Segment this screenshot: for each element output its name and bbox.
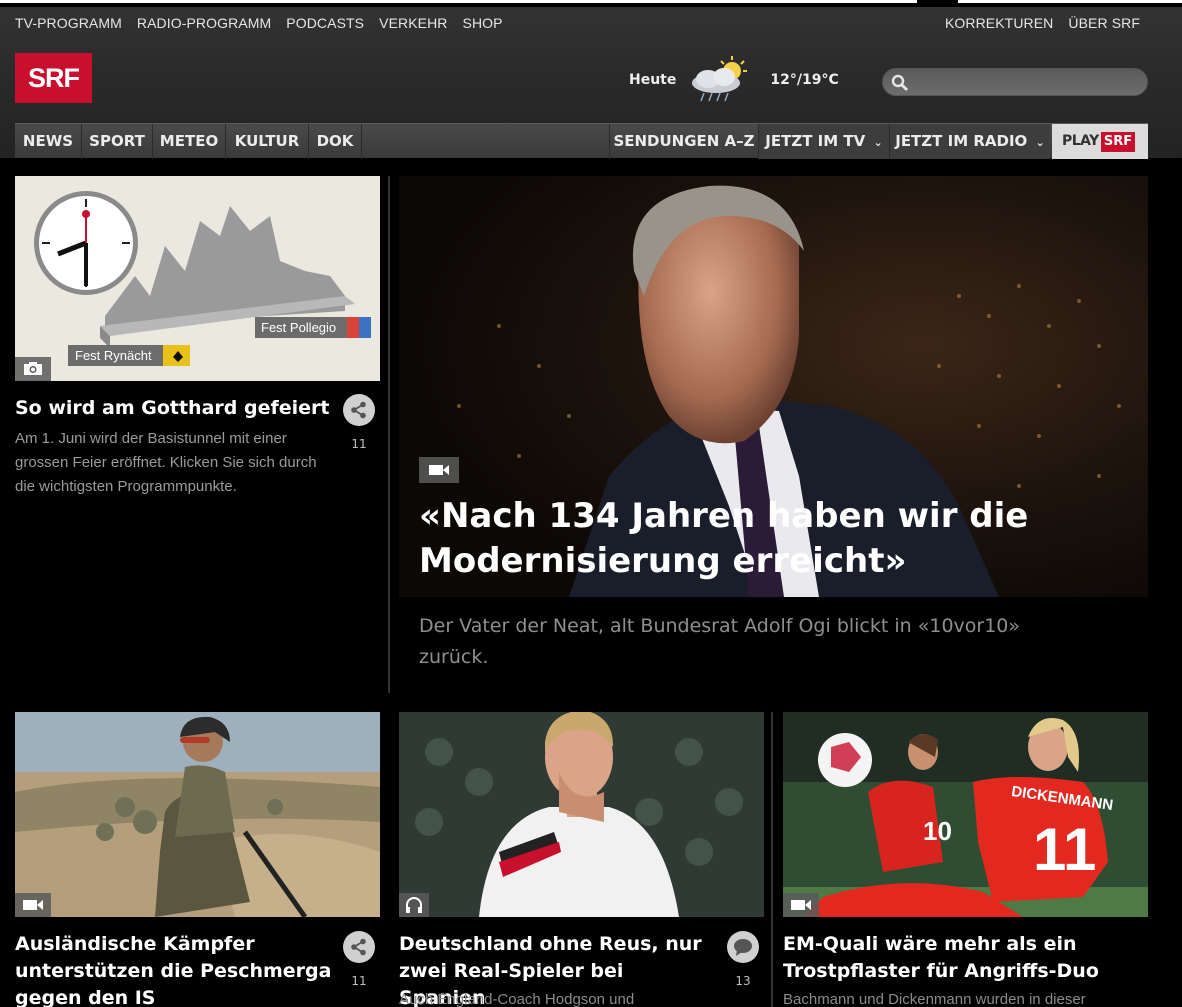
util-radio-programm[interactable]: RADIO-PROGRAMM <box>137 15 271 31</box>
teaser-lead-emquali: Bachmann und Dickenmann wurden in dieser <box>783 991 1086 1007</box>
teaser-headline-peschmerga[interactable]: Ausländische Kämpfer unterstützen die Pe… <box>15 931 335 1007</box>
play-srf-button[interactable]: PLAY SRF <box>1052 124 1148 159</box>
top-strip <box>0 0 1182 7</box>
svg-text:11: 11 <box>1033 816 1096 883</box>
share-count: 11 <box>351 974 367 988</box>
nav-jetzt-im-radio[interactable]: JETZT IM RADIO ⌄ <box>890 124 1050 159</box>
utility-nav: TV-PROGRAMM RADIO-PROGRAMM PODCASTS VERK… <box>0 15 1182 35</box>
nav-jetzt-im-tv-label: JETZT IM TV <box>765 132 866 150</box>
util-korrekturen[interactable]: KORREKTUREN <box>945 15 1053 31</box>
nav-dok[interactable]: DOK <box>309 124 361 159</box>
util-shop[interactable]: SHOP <box>463 15 503 31</box>
util-tv-programm[interactable]: TV-PROGRAMM <box>15 15 122 31</box>
nav-kultur[interactable]: KULTUR <box>226 124 308 159</box>
weather-day: Heute <box>629 72 677 88</box>
nav-jetzt-im-tv[interactable]: JETZT IM TV ⌄ <box>759 124 889 159</box>
weather-widget[interactable]: Heute 12°/19°C <box>629 55 839 105</box>
share-button[interactable] <box>343 394 375 426</box>
video-icon <box>783 893 819 917</box>
main-nav: NEWS SPORT METEO KULTUR DOK SENDUNGEN A–… <box>15 123 1148 159</box>
chevron-down-icon: ⌄ <box>1035 136 1045 149</box>
gotthard-label-rynaecht: Fest Rynächt <box>75 348 152 363</box>
teaser-lead-gotthard: Am 1. Juni wird der Basistunnel mit eine… <box>15 430 317 495</box>
comment-button[interactable] <box>727 931 759 963</box>
util-podcasts[interactable]: PODCASTS <box>286 15 364 31</box>
search-input[interactable] <box>917 72 1137 92</box>
comment-icon <box>734 939 752 956</box>
teaser-lead-reus: Auch England-Coach Hodgson und <box>399 991 635 1007</box>
teaser-image-reus[interactable] <box>399 712 764 917</box>
teaser-image-ogi[interactable]: «Nach 134 Jahren haben wir die Modernisi… <box>399 176 1148 597</box>
column-divider <box>771 712 773 1007</box>
video-icon <box>419 457 459 483</box>
teaser-image-peschmerga[interactable] <box>15 712 380 917</box>
nav-jetzt-im-radio-label: JETZT IM RADIO <box>895 132 1028 150</box>
search-icon[interactable] <box>891 74 909 92</box>
teaser-headline-emquali[interactable]: EM-Quali wäre mehr als ein Trostpflaster… <box>783 931 1133 985</box>
srf-logo[interactable]: SRF <box>15 53 92 103</box>
weather-temp: 12°/19°C <box>770 72 839 88</box>
share-count: 11 <box>351 437 367 451</box>
site-header: TV-PROGRAMM RADIO-PROGRAMM PODCASTS VERK… <box>0 7 1182 159</box>
gotthard-label-pollegio: Fest Pollegio <box>261 320 337 335</box>
nav-meteo[interactable]: METEO <box>153 124 225 159</box>
teaser-headline-gotthard[interactable]: So wird am Gotthard gefeiert <box>15 395 335 422</box>
teaser-lead-ogi: Der Vater der Neat, alt Bundesrat Adolf … <box>419 615 1021 668</box>
share-icon <box>351 938 366 956</box>
share-icon <box>351 401 366 419</box>
teaser-headline-ogi[interactable]: «Nach 134 Jahren haben wir die Modernisi… <box>419 494 1069 584</box>
cloud-sun-rain-icon <box>686 55 756 105</box>
teaser-image-gotthard[interactable]: Fest Pollegio Fest Rynächt <box>15 176 380 381</box>
comment-count: 13 <box>735 974 751 988</box>
video-icon <box>15 893 51 917</box>
svg-text:10: 10 <box>923 816 952 846</box>
share-button[interactable] <box>343 931 375 963</box>
nav-sport[interactable]: SPORT <box>82 124 152 159</box>
search-box[interactable] <box>882 68 1148 96</box>
util-ueber-srf[interactable]: ÜBER SRF <box>1068 15 1140 31</box>
chevron-down-icon: ⌄ <box>873 136 883 149</box>
nav-sendungen[interactable]: SENDUNGEN A–Z <box>610 124 758 159</box>
column-divider <box>388 176 390 693</box>
play-srf-logo: SRF <box>1101 132 1135 152</box>
teaser-image-emquali[interactable]: 11 10 DICKENMANN <box>783 712 1148 917</box>
nav-news[interactable]: NEWS <box>15 124 81 159</box>
audio-icon <box>399 893 429 917</box>
util-verkehr[interactable]: VERKEHR <box>379 15 447 31</box>
camera-icon <box>15 357 51 381</box>
play-label: PLAY <box>1062 133 1099 149</box>
